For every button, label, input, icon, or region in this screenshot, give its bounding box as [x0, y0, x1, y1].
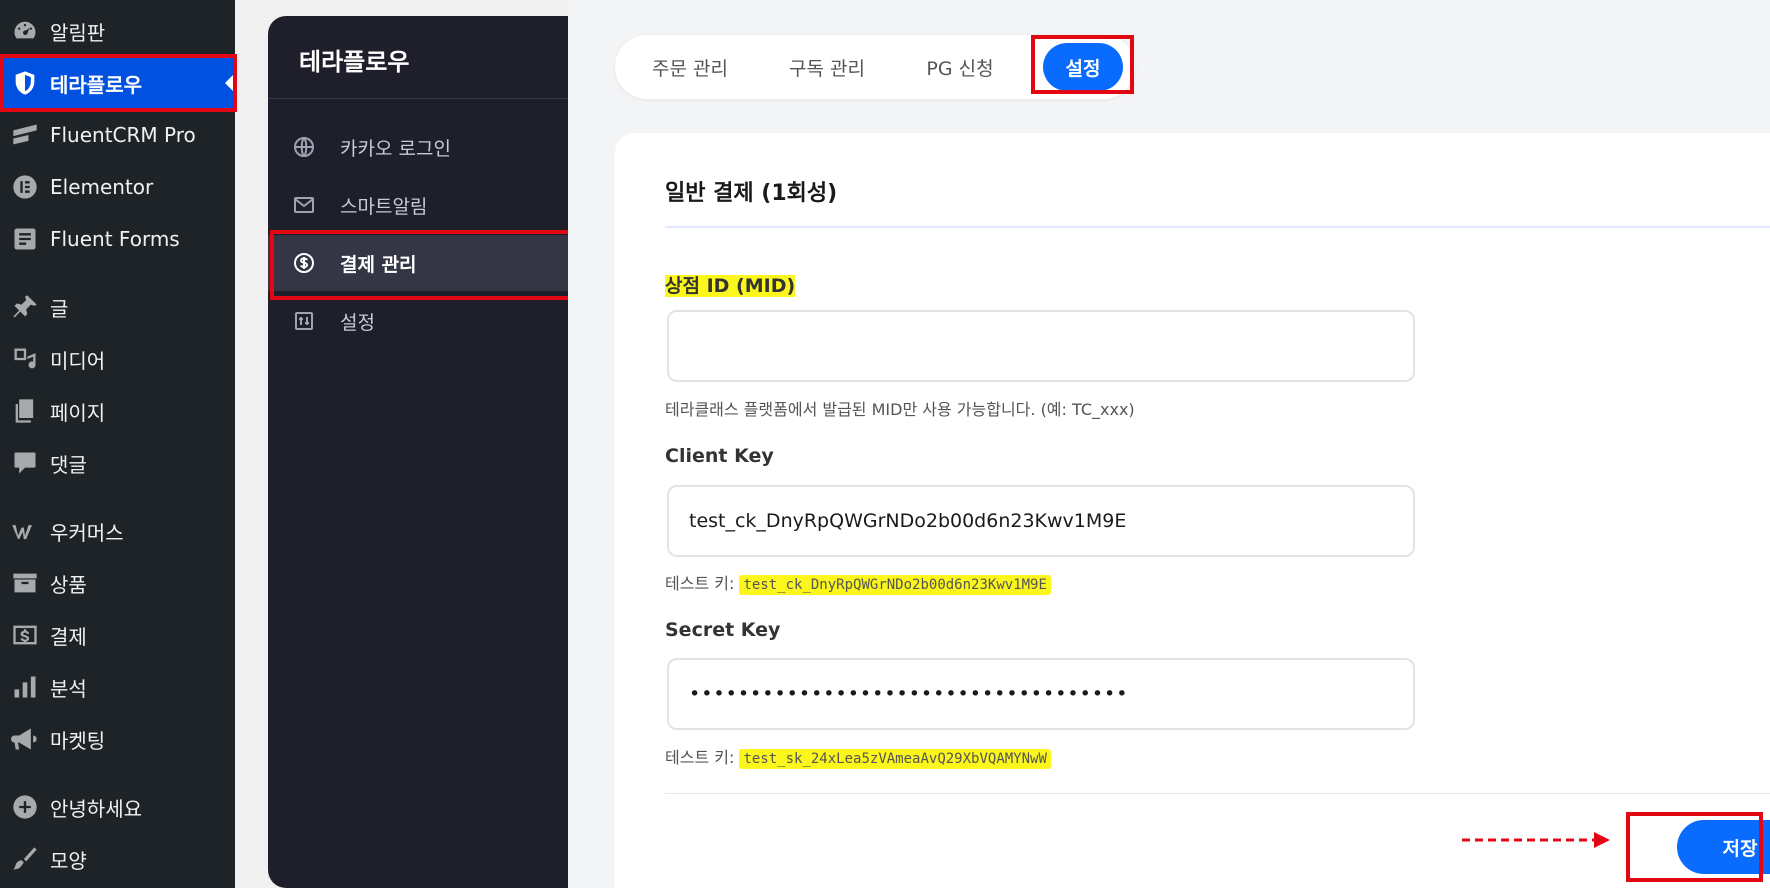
wp-menu-payments[interactable]: 결제: [0, 610, 235, 660]
tab-pg-application[interactable]: PG 신청: [905, 43, 1015, 91]
client-key-help: 테스트 키: test_ck_DnyRpQWGrNDo2b00d6n23Kwv1…: [665, 570, 1051, 595]
divider: [268, 98, 568, 99]
wp-menu-label: Fluent Forms: [50, 227, 180, 251]
wp-menu-analytics[interactable]: 분석: [0, 662, 235, 712]
secret-key-help: 테스트 키: test_sk_24xLea5zVAmeaAvQ29XbVQAMY…: [665, 744, 1051, 769]
secret-key-label: Secret Key: [665, 619, 781, 641]
wp-menu-label: 댓글: [50, 452, 87, 477]
dollar-icon: [0, 621, 50, 649]
media-icon: [0, 345, 50, 373]
pin-icon: [0, 293, 50, 321]
wp-menu-posts[interactable]: 글: [0, 282, 235, 332]
wp-menu-label: 우커머스: [50, 520, 124, 545]
plugin-menu-smart-alert[interactable]: 스마트알림: [268, 177, 568, 233]
elementor-icon: [0, 173, 50, 201]
page-icon: [0, 397, 50, 425]
wp-menu-appearance[interactable]: 모양: [0, 834, 235, 884]
brush-icon: [0, 845, 50, 873]
wp-admin-sidebar: 알림판 테라플로우 FluentCRM Pro Elementor Fluent…: [0, 0, 235, 888]
mid-help-text: 테라클래스 플랫폼에서 발급된 MID만 사용 가능합니다. (예: TC_xx…: [665, 400, 1135, 419]
wp-menu-label: 글: [50, 296, 69, 321]
tab-order-management[interactable]: 주문 관리: [635, 43, 745, 91]
client-key-test-code: test_ck_DnyRpQWGrNDo2b00d6n23Kwv1M9E: [739, 575, 1051, 595]
globe-icon: [268, 135, 340, 159]
wp-menu-label: 안녕하세요: [50, 796, 142, 821]
wp-menu-dashboard[interactable]: 알림판: [0, 6, 235, 56]
dashed-arrow-icon: [1462, 832, 1610, 848]
plugin-menu-settings[interactable]: 설정: [268, 293, 568, 349]
section-title: 일반 결제 (1회성): [665, 181, 838, 206]
mid-label-text: 상점 ID (MID): [665, 275, 796, 297]
chart-icon: [0, 673, 50, 701]
wp-menu-label: FluentCRM Pro: [50, 123, 196, 147]
mid-input[interactable]: [667, 310, 1415, 382]
comment-icon: [0, 449, 50, 477]
wp-menu-teraflow[interactable]: 테라플로우: [0, 58, 235, 108]
wp-menu-woocommerce[interactable]: 우커머스: [0, 506, 235, 556]
wp-menu-fluentcrm[interactable]: FluentCRM Pro: [0, 110, 235, 160]
main-content: 주문 관리 구독 관리 PG 신청 설정 일반 결제 (1회성) 상점 ID (…: [568, 0, 1770, 888]
wp-menu-label: 마켓팅: [50, 728, 106, 753]
wp-menu-pages[interactable]: 페이지: [0, 386, 235, 436]
wp-menu-marketing[interactable]: 마켓팅: [0, 714, 235, 764]
secret-key-test-code: test_sk_24xLea5zVAmeaAvQ29XbVQAMYNwW: [739, 749, 1051, 769]
woocommerce-icon: [0, 517, 50, 545]
client-key-help-prefix: 테스트 키:: [665, 574, 735, 593]
wp-menu-media[interactable]: 미디어: [0, 334, 235, 384]
mail-icon: [268, 193, 340, 217]
wp-menu-label: 결제: [50, 624, 87, 649]
plugin-menu-label: 스마트알림: [340, 195, 428, 218]
plugin-menu-payment-management[interactable]: 결제 관리: [268, 235, 568, 291]
client-key-label: Client Key: [665, 445, 774, 467]
client-key-input[interactable]: test_ck_DnyRpQWGrNDo2b00d6n23Kwv1M9E: [667, 485, 1415, 557]
fluentcrm-icon: [0, 121, 50, 149]
wp-menu-label: 테라플로우: [50, 72, 142, 97]
wp-menu-products[interactable]: 상품: [0, 558, 235, 608]
plus-icon: [0, 793, 50, 821]
wp-menu-label: 페이지: [50, 400, 106, 425]
dollar-circle-icon: [268, 251, 340, 275]
shield-icon: [0, 69, 50, 97]
section-divider: [665, 226, 1770, 228]
wp-menu-label: 모양: [50, 848, 87, 873]
settings-card: 일반 결제 (1회성) 상점 ID (MID) 테라클래스 플랫폼에서 발급된 …: [615, 133, 1770, 888]
wp-menu-label: 상품: [50, 572, 87, 597]
tab-settings[interactable]: 설정: [1043, 43, 1123, 91]
secret-key-input[interactable]: ••••••••••••••••••••••••••••••••••••: [667, 658, 1415, 730]
form-footer-divider: [665, 793, 1770, 794]
forms-icon: [0, 225, 50, 253]
wp-menu-label: 알림판: [50, 20, 106, 45]
wp-menu-comments[interactable]: 댓글: [0, 438, 235, 488]
plugin-menu-label: 카카오 로그인: [340, 137, 451, 160]
megaphone-icon: [0, 725, 50, 753]
save-button[interactable]: 저장: [1677, 820, 1770, 874]
plugin-menu-label: 설정: [340, 311, 375, 334]
secret-key-help-prefix: 테스트 키:: [665, 748, 735, 767]
mid-label: 상점 ID (MID): [665, 271, 796, 298]
tab-subscription-management[interactable]: 구독 관리: [772, 43, 882, 91]
plugin-title: 테라플로우: [299, 48, 410, 76]
tab-bar: 주문 관리 구독 관리 PG 신청 설정: [615, 35, 1135, 99]
settings-icon: [268, 309, 340, 333]
wp-menu-fluent-forms[interactable]: Fluent Forms: [0, 214, 235, 264]
wp-menu-elementor[interactable]: Elementor: [0, 162, 235, 212]
wp-menu-label: Elementor: [50, 175, 154, 199]
wp-menu-label: 분석: [50, 676, 87, 701]
plugin-sidebar: 테라플로우 카카오 로그인 스마트알림 결제 관리 설정: [268, 16, 568, 888]
archive-icon: [0, 569, 50, 597]
plugin-menu-kakao-login[interactable]: 카카오 로그인: [268, 119, 568, 175]
plugin-menu-label: 결제 관리: [340, 253, 417, 276]
wp-menu-hello[interactable]: 안녕하세요: [0, 782, 235, 832]
dashboard-icon: [0, 17, 50, 45]
wp-menu-label: 미디어: [50, 348, 106, 373]
